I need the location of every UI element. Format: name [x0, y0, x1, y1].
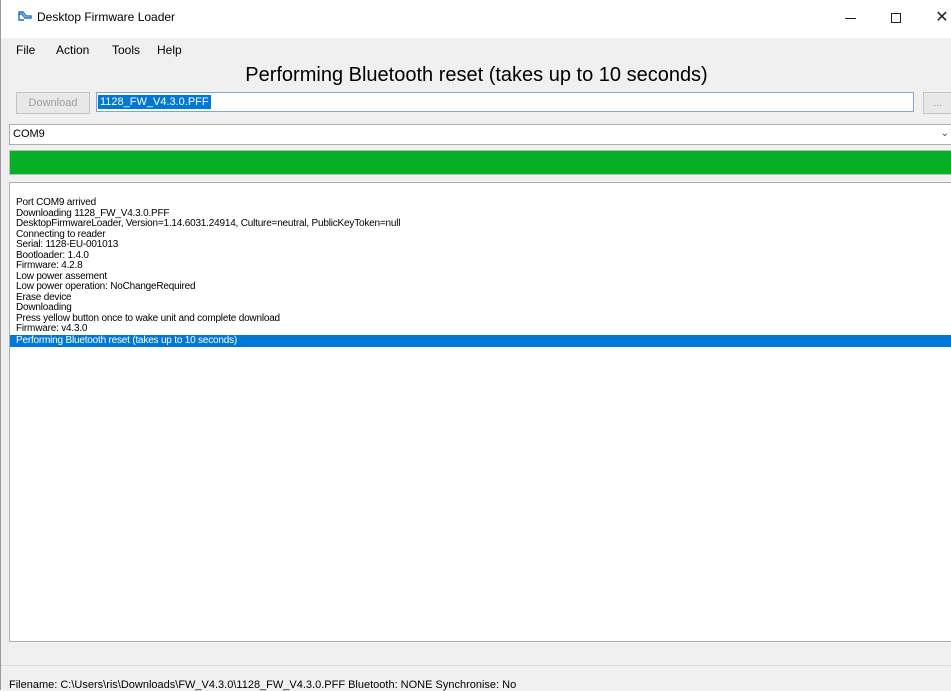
- status-headline: Performing Bluetooth reset (takes up to …: [245, 64, 708, 86]
- chevron-down-icon: ⌄: [940, 128, 949, 139]
- menu-tools[interactable]: Tools: [112, 43, 140, 57]
- progress-fill: [10, 151, 951, 174]
- menu-file[interactable]: File: [16, 43, 35, 57]
- log-lines: Port COM9 arrived Downloading 1128_FW_V4.…: [10, 197, 951, 347]
- menu-action[interactable]: Action: [56, 43, 89, 57]
- port-select[interactable]: COM9 ⌄: [9, 124, 951, 145]
- log-line[interactable]: Port COM9 arrived: [10, 197, 951, 209]
- log-line[interactable]: DesktopFirmwareLoader, Version=1.14.6031…: [10, 218, 951, 230]
- browse-button[interactable]: ...: [923, 92, 951, 114]
- log-line[interactable]: Press yellow button once to wake unit an…: [10, 313, 951, 325]
- log-line[interactable]: Connecting to reader: [10, 229, 951, 241]
- filename-value: 1128_FW_V4.3.0.PFF: [98, 95, 211, 109]
- log-line[interactable]: Performing Bluetooth reset (takes up to …: [10, 334, 951, 347]
- port-value: COM9: [13, 128, 45, 140]
- progress-bar: [9, 150, 951, 175]
- filename-field[interactable]: 1128_FW_V4.3.0.PFF: [96, 92, 914, 112]
- close-icon: ✕: [935, 9, 949, 26]
- menu-help[interactable]: Help: [157, 43, 182, 57]
- app-icon: [18, 11, 32, 21]
- minimize-button[interactable]: [827, 0, 873, 36]
- app-window: Desktop Firmware Loader ✕ File Action To…: [0, 0, 951, 691]
- log-line[interactable]: Downloading: [10, 302, 951, 314]
- menu-bar: File Action Tools Help: [1, 38, 951, 60]
- maximize-button[interactable]: [873, 0, 919, 36]
- minimize-icon: [844, 17, 856, 19]
- log-line[interactable]: Low power operation: NoChangeRequired: [10, 281, 951, 293]
- download-button[interactable]: Download: [16, 92, 90, 114]
- log-line[interactable]: Serial: 1128-EU-001013: [10, 239, 951, 251]
- log-line[interactable]: Bootloader: 1.4.0: [10, 250, 951, 262]
- log-line[interactable]: Erase device: [10, 292, 951, 304]
- window-title: Desktop Firmware Loader: [37, 10, 176, 24]
- status-text: Filename: C:\Users\ris\Downloads\FW_V4.3…: [9, 679, 517, 691]
- title-bar: Desktop Firmware Loader ✕: [1, 0, 951, 38]
- log-line[interactable]: Firmware: 4.2.8: [10, 260, 951, 272]
- log-list[interactable]: Port COM9 arrived Downloading 1128_FW_V4.…: [9, 182, 951, 642]
- close-button[interactable]: ✕: [919, 0, 951, 36]
- status-bar: Filename: C:\Users\ris\Downloads\FW_V4.3…: [1, 665, 951, 691]
- maximize-icon: [891, 13, 901, 23]
- log-line[interactable]: Firmware: v4.3.0: [10, 323, 951, 335]
